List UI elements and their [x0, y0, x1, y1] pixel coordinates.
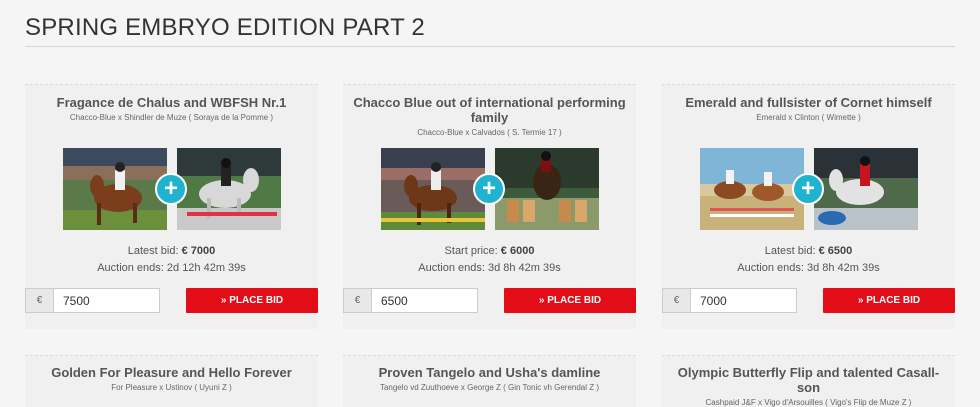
price-label: Latest bid:	[764, 245, 816, 257]
card-pedigree: Emerald x Clinton ( Wimette )	[756, 113, 861, 122]
card-pedigree: Cashpaid J&F x Vigo d'Arsouilles ( Vigo'…	[705, 398, 912, 407]
plus-icon[interactable]: +	[792, 173, 824, 205]
auction-countdown: Auction ends: 3d 8h 42m 39s	[418, 262, 561, 274]
page-title: SPRING EMBRYO EDITION PART 2	[25, 14, 425, 41]
auction-countdown: Auction ends: 3d 8h 42m 39s	[737, 262, 880, 274]
card-pedigree: For Pleasure x Ustinov ( Uyuni Z )	[111, 383, 232, 392]
bid-form: € » PLACE BID	[343, 288, 636, 313]
price-label: Latest bid:	[127, 245, 179, 257]
title-divider	[25, 46, 955, 47]
horse-photo[interactable]	[381, 148, 485, 230]
auction-card: Fragance de Chalus and WBFSH Nr.1 Chacco…	[25, 84, 318, 329]
bid-form: € » PLACE BID	[662, 288, 955, 313]
bid-form: € » PLACE BID	[25, 288, 318, 313]
auction-card: Golden For Pleasure and Hello Forever Fo…	[25, 355, 318, 407]
currency-label: €	[343, 288, 371, 313]
card-title[interactable]: Golden For Pleasure and Hello Forever	[25, 365, 318, 380]
price-value: € 6000	[500, 245, 535, 257]
bid-amount-input[interactable]	[371, 288, 478, 313]
place-bid-button[interactable]: » PLACE BID	[186, 288, 318, 313]
price-label: Start price:	[444, 245, 498, 257]
horse-photo[interactable]	[495, 148, 599, 230]
card-pedigree: Chacco-Blue x Calvados ( S. Termie 17 )	[417, 128, 562, 137]
card-title[interactable]: Fragance de Chalus and WBFSH Nr.1	[25, 95, 318, 110]
auction-countdown: Auction ends: 2d 12h 42m 39s	[97, 262, 246, 274]
card-title[interactable]: Emerald and fullsister of Cornet himself	[662, 95, 955, 110]
plus-icon[interactable]: +	[473, 173, 505, 205]
card-pedigree: Chacco-Blue x Shindler de Muze ( Soraya …	[69, 113, 274, 122]
card-title[interactable]: Proven Tangelo and Usha's damline	[343, 365, 636, 380]
horse-photo[interactable]	[63, 148, 167, 230]
place-bid-button[interactable]: » PLACE BID	[823, 288, 955, 313]
bid-amount-input[interactable]	[690, 288, 797, 313]
auction-card: Emerald and fullsister of Cornet himself…	[662, 84, 955, 329]
card-title[interactable]: Chacco Blue out of international perform…	[343, 95, 636, 125]
price-value: € 7000	[181, 245, 216, 257]
horse-photo[interactable]	[700, 148, 804, 230]
horse-photo[interactable]	[814, 148, 918, 230]
horse-photo[interactable]	[177, 148, 281, 230]
currency-label: €	[25, 288, 53, 313]
currency-label: €	[662, 288, 690, 313]
place-bid-button[interactable]: » PLACE BID	[504, 288, 636, 313]
photo-gallery: +	[700, 148, 918, 230]
auction-card: Olympic Butterfly Flip and talented Casa…	[662, 355, 955, 407]
card-title[interactable]: Olympic Butterfly Flip and talented Casa…	[662, 365, 955, 395]
photo-gallery: +	[381, 148, 599, 230]
plus-icon[interactable]: +	[155, 173, 187, 205]
photo-gallery: +	[63, 148, 281, 230]
price-value: € 6500	[818, 245, 853, 257]
auction-card: Proven Tangelo and Usha's damline Tangel…	[343, 355, 636, 407]
bid-amount-input[interactable]	[53, 288, 160, 313]
card-pedigree: Tangelo vd Zuuthoeve x George Z ( Gin To…	[379, 383, 600, 392]
auction-card: Chacco Blue out of international perform…	[343, 84, 636, 329]
